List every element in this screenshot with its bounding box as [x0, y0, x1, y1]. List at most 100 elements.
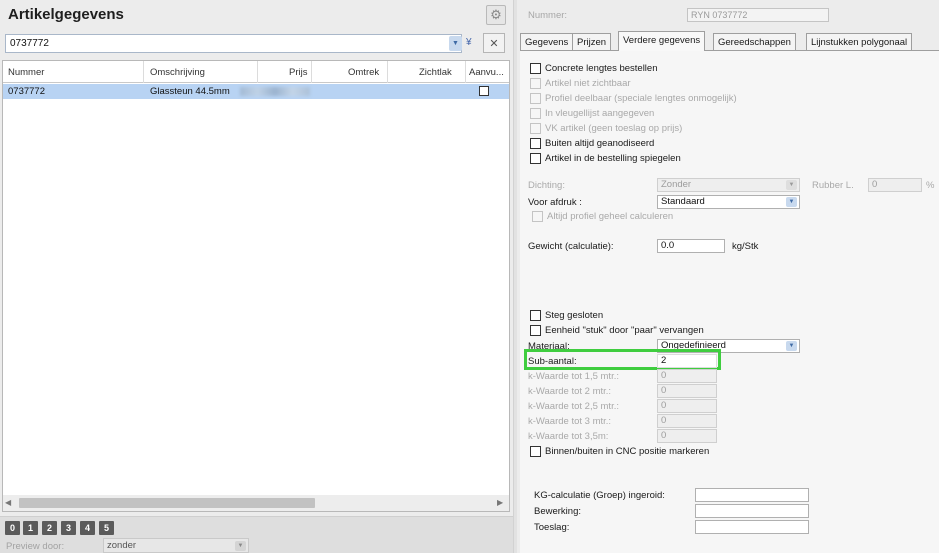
- checkbox-box: [530, 78, 541, 89]
- nummer-field: RYN 0737772: [687, 8, 829, 22]
- checkbox-bestelling-spiegelen[interactable]: Artikel in de bestelling spiegelen: [530, 152, 681, 165]
- afdruk-label: Voor afdruk :: [528, 197, 582, 208]
- dichting-label: Dichting:: [528, 180, 565, 191]
- kg-calculatie-label: KG-calculatie (Groep) ingeroid:: [534, 490, 665, 501]
- checkbox-vk-artikel: VK artikel (geen toeslag op prijs): [530, 122, 682, 135]
- tab-verdere-gegevens[interactable]: Verdere gegevens: [618, 31, 706, 52]
- settings-button[interactable]: ⚙: [486, 5, 506, 25]
- aanvu-checkbox[interactable]: [479, 86, 489, 96]
- tab-gereedschappen[interactable]: Gereedschappen: [713, 33, 796, 50]
- level-button-4[interactable]: 4: [80, 521, 95, 535]
- column-header-nummer[interactable]: Nummer: [8, 67, 44, 78]
- nummer-label: Nummer:: [528, 10, 568, 21]
- table-row[interactable]: 0737772 Glassteun 44.5mm: [3, 84, 509, 99]
- tab-lijnstukken-polygonaal[interactable]: Lijnstukken polygonaal: [806, 33, 913, 50]
- kwaarde-field-1: 0: [657, 369, 717, 383]
- checkbox-altijd-profiel: Altijd profiel geheel calculeren: [532, 210, 673, 223]
- kwaarde-label-2: k-Waarde tot 2 mtr.:: [528, 386, 612, 397]
- sub-aantal-field[interactable]: 2: [657, 354, 717, 368]
- checkbox-box[interactable]: [530, 138, 541, 149]
- chevron-down-icon[interactable]: ▼: [786, 341, 797, 351]
- level-button-3[interactable]: 3: [61, 521, 76, 535]
- cell-omschrijving: Glassteun 44.5mm: [150, 86, 230, 97]
- cell-nummer: 0737772: [8, 86, 45, 97]
- gewicht-field[interactable]: 0.0: [657, 239, 725, 253]
- preview-select[interactable]: zonder ▼: [103, 538, 249, 553]
- level-button-2[interactable]: 2: [42, 521, 57, 535]
- chevron-down-icon: ▼: [786, 180, 797, 190]
- preview-label: Preview door:: [6, 541, 65, 552]
- sub-aantal-label: Sub-aantal:: [528, 356, 577, 367]
- kwaarde-label-3: k-Waarde tot 2,5 mtr.:: [528, 401, 619, 412]
- tab-gegevens[interactable]: Gegevens: [520, 33, 574, 50]
- chevron-down-icon[interactable]: ▼: [235, 541, 246, 551]
- tab-bar: Gegevens Prijzen Verdere gegevens Gereed…: [520, 31, 939, 52]
- clear-filter-button[interactable]: ✕: [483, 33, 505, 53]
- search-combobox[interactable]: ▼: [5, 34, 462, 53]
- toeslag-field[interactable]: [695, 520, 809, 534]
- kwaarde-field-4: 0: [657, 414, 717, 428]
- column-header-prijs[interactable]: Prijs: [289, 67, 307, 78]
- article-table: Nummer Omschrijving Prijs Omtrek Zichtla…: [2, 60, 510, 512]
- checkbox-eenheid-paar[interactable]: Eenheid "stuk" door "paar" vervangen: [530, 324, 704, 337]
- checkbox-box: [530, 93, 541, 104]
- bewerking-field[interactable]: [695, 504, 809, 518]
- checkbox-box[interactable]: [530, 153, 541, 164]
- toeslag-label: Toeslag:: [534, 522, 570, 533]
- level-button-0[interactable]: 0: [5, 521, 20, 535]
- page-title: Artikelgegevens: [8, 6, 124, 23]
- scroll-left-icon[interactable]: ◀: [5, 498, 11, 507]
- afdruk-select[interactable]: Standaard ▼: [657, 195, 800, 209]
- checkbox-box[interactable]: [530, 325, 541, 336]
- scrollbar-thumb[interactable]: [19, 498, 315, 508]
- checkbox-box: [530, 123, 541, 134]
- panel-header: Artikelgegevens ⚙: [0, 0, 513, 32]
- kwaarde-label-1: k-Waarde tot 1,5 mtr.:: [528, 371, 619, 382]
- horizontal-scrollbar[interactable]: ◀ ▶: [3, 495, 509, 511]
- preview-value: zonder: [107, 540, 137, 551]
- double-chevron-down-icon[interactable]: ¥: [466, 37, 472, 48]
- column-header-zichtlak[interactable]: Zichtlak: [419, 67, 452, 78]
- checkbox-profiel-deelbaar: Profiel deelbaar (speciale lengtes onmog…: [530, 92, 737, 105]
- column-header-omtrek[interactable]: Omtrek: [348, 67, 379, 78]
- checkbox-artikel-niet-zichtbaar: Artikel niet zichtbaar: [530, 77, 631, 90]
- scroll-right-icon[interactable]: ▶: [497, 498, 503, 507]
- tab-prijzen[interactable]: Prijzen: [572, 33, 612, 50]
- checkbox-cnc-markeren[interactable]: Binnen/buiten in CNC positie markeren: [530, 445, 709, 458]
- rubber-unit: %: [926, 180, 935, 191]
- kg-calculatie-field[interactable]: [695, 488, 809, 502]
- bewerking-label: Bewerking:: [534, 506, 581, 517]
- checkbox-buiten-geanodiseerd[interactable]: Buiten altijd geanodiseerd: [530, 137, 654, 150]
- kwaarde-field-5: 0: [657, 429, 717, 443]
- level-toolbar: 0 1 2 3 4 5 Preview door: zonder ▼: [0, 516, 513, 553]
- gewicht-unit: kg/Stk: [732, 241, 759, 252]
- rubber-field: 0: [868, 178, 922, 192]
- level-button-5[interactable]: 5: [99, 521, 114, 535]
- checkbox-box[interactable]: [530, 63, 541, 74]
- kwaarde-field-2: 0: [657, 384, 717, 398]
- chevron-down-icon[interactable]: ▼: [786, 197, 797, 207]
- gear-icon: ⚙: [490, 7, 502, 22]
- column-header-omschrijving[interactable]: Omschrijving: [150, 67, 205, 78]
- gewicht-label: Gewicht (calculatie):: [528, 241, 614, 252]
- kwaarde-label-4: k-Waarde tot 3 mtr.:: [528, 416, 612, 427]
- checkbox-box: [532, 211, 543, 222]
- checkbox-vleugellijst: In vleugellijst aangegeven: [530, 107, 654, 120]
- tab-content: Concrete lengtes bestellen Artikel niet …: [520, 51, 939, 553]
- chevron-down-icon[interactable]: ▼: [449, 36, 462, 51]
- checkbox-box[interactable]: [530, 446, 541, 457]
- checkbox-steg-gesloten[interactable]: Steg gesloten: [530, 309, 603, 322]
- article-detail-panel: Nummer: RYN 0737772 Gegevens Prijzen Ver…: [517, 0, 939, 553]
- rubber-label: Rubber L.: [812, 180, 854, 191]
- article-list-panel: Artikelgegevens ⚙ ▼ ¥ ✕ Nummer Omschrijv…: [0, 0, 513, 553]
- filter-clear-icon: ✕: [489, 37, 499, 50]
- search-input[interactable]: [6, 35, 444, 52]
- checkbox-box: [530, 108, 541, 119]
- level-button-1[interactable]: 1: [23, 521, 38, 535]
- checkbox-box[interactable]: [530, 310, 541, 321]
- kwaarde-field-3: 0: [657, 399, 717, 413]
- redacted-text: [240, 87, 310, 96]
- dichting-select: Zonder ▼: [657, 178, 800, 192]
- column-header-aanvu[interactable]: Aanvu...: [469, 67, 504, 78]
- checkbox-concrete-lengtes[interactable]: Concrete lengtes bestellen: [530, 62, 658, 75]
